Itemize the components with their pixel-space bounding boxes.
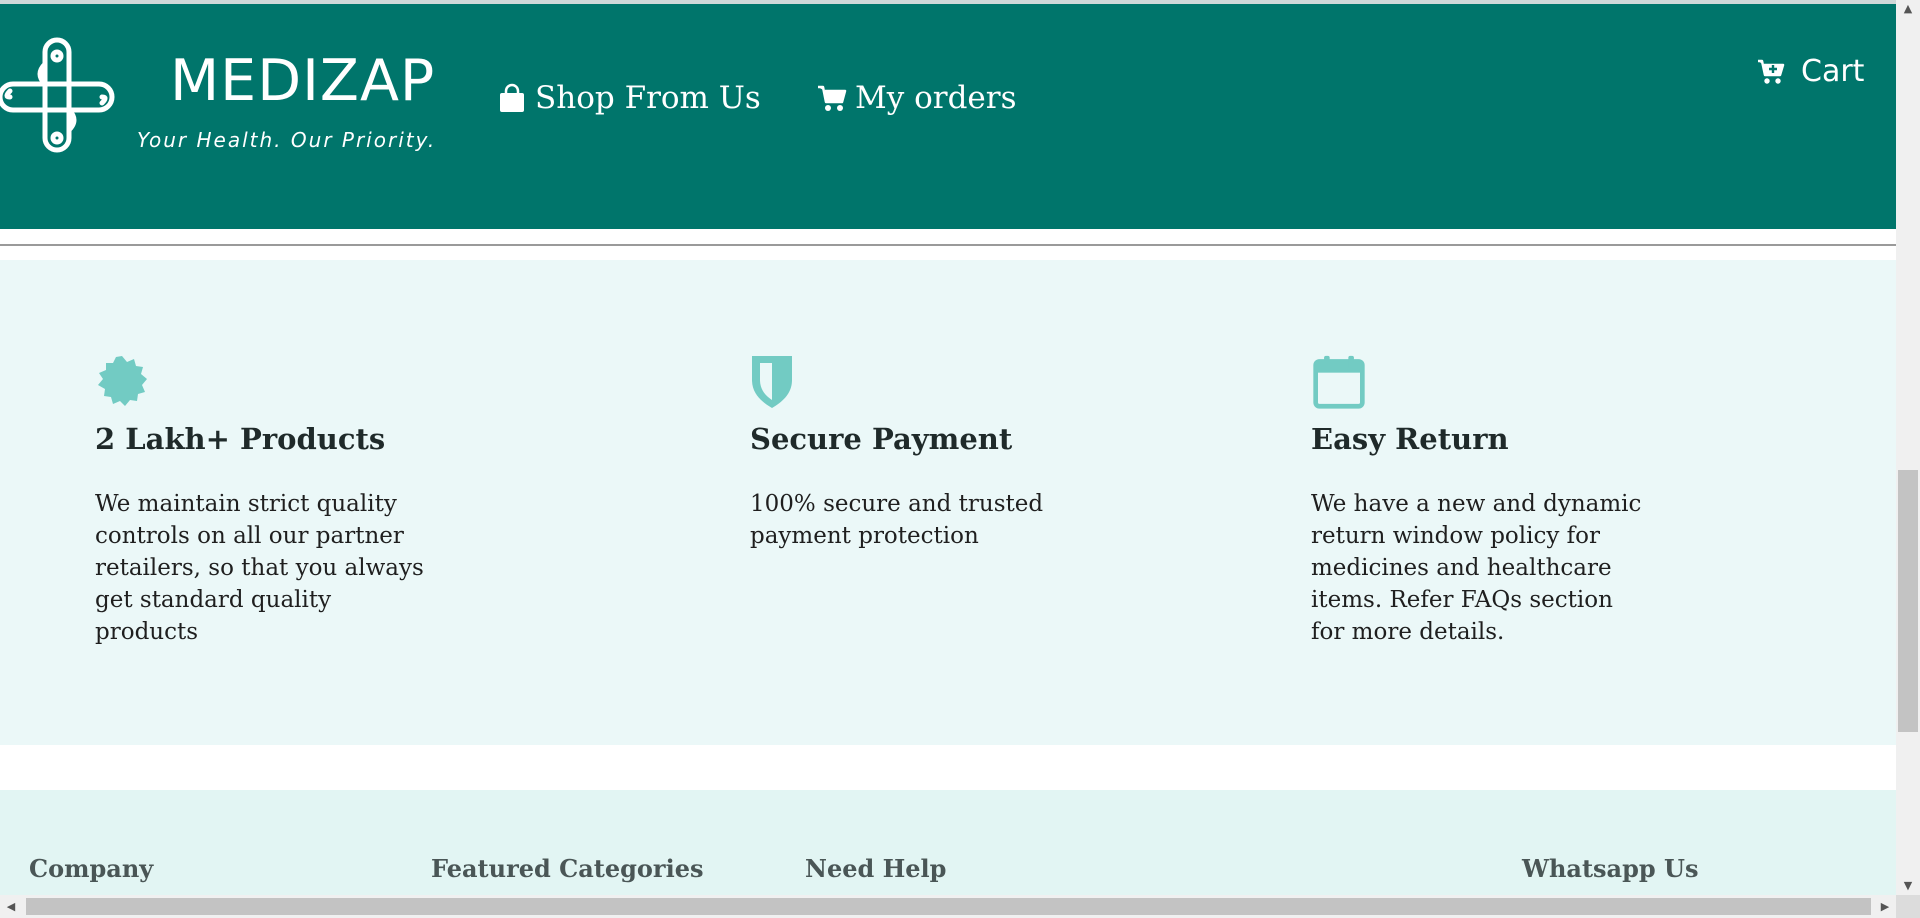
nav-orders-label: My orders: [855, 80, 1017, 116]
vertical-scrollbar[interactable]: ▲ ▼: [1896, 0, 1920, 895]
feature-description: We maintain strict quality controls on a…: [95, 491, 424, 645]
brand-tagline: Your Health. Our Priority.: [137, 128, 437, 152]
site-header: MEDIZAP Your Health. Our Priority. Shop …: [0, 4, 1896, 229]
footer-heading-whatsapp: Whatsapp Us: [1522, 854, 1699, 883]
feature-title: Easy Return: [1311, 422, 1509, 456]
scroll-down-arrow-icon[interactable]: ▼: [1896, 877, 1920, 895]
feature-description: We have a new and dynamic return window …: [1311, 491, 1642, 645]
site-footer: Company Featured Categories Need Help Wh…: [0, 790, 1896, 895]
shield-icon: [752, 356, 792, 408]
footer-heading-featured-categories: Featured Categories: [431, 854, 704, 883]
feature-easy-return: Easy Return We have a new and dynamic re…: [1311, 354, 1671, 645]
footer-heading-need-help: Need Help: [805, 854, 947, 883]
scrollbar-corner: [1896, 895, 1920, 918]
logo-cross-icon[interactable]: [0, 34, 118, 160]
shopping-bag-icon: [500, 83, 524, 112]
feature-title: Secure Payment: [750, 422, 1013, 456]
scroll-up-arrow-icon[interactable]: ▲: [1896, 0, 1920, 18]
badge-star-icon: [98, 356, 147, 406]
shopping-cart-icon: [818, 85, 847, 111]
feature-description: 100% secure and trusted payment protecti…: [750, 491, 1044, 549]
feature-title: 2 Lakh+ Products: [95, 422, 386, 456]
calendar-icon: [1313, 355, 1365, 409]
brand-name: MEDIZAP: [170, 48, 436, 114]
feature-secure-payment: Secure Payment 100% secure and trusted p…: [750, 354, 1080, 549]
nav-shop-from-us[interactable]: Shop From Us: [497, 80, 761, 116]
cart-plus-icon: [1758, 59, 1785, 84]
features-section: 2 Lakh+ Products We maintain strict qual…: [0, 260, 1896, 745]
section-divider: [0, 244, 1896, 246]
horizontal-scroll-thumb[interactable]: [26, 898, 1871, 915]
vertical-scroll-thumb[interactable]: [1898, 470, 1918, 732]
feature-products: 2 Lakh+ Products We maintain strict qual…: [95, 354, 455, 645]
scroll-right-arrow-icon[interactable]: ▶: [1874, 895, 1896, 918]
footer-heading-company: Company: [29, 854, 154, 883]
cart-button[interactable]: Cart: [1757, 54, 1864, 89]
nav-shop-label: Shop From Us: [535, 80, 761, 116]
cart-label: Cart: [1801, 54, 1865, 89]
nav-my-orders[interactable]: My orders: [817, 80, 1017, 116]
scroll-left-arrow-icon[interactable]: ◀: [0, 895, 22, 918]
horizontal-scrollbar[interactable]: ◀ ▶: [0, 895, 1896, 918]
